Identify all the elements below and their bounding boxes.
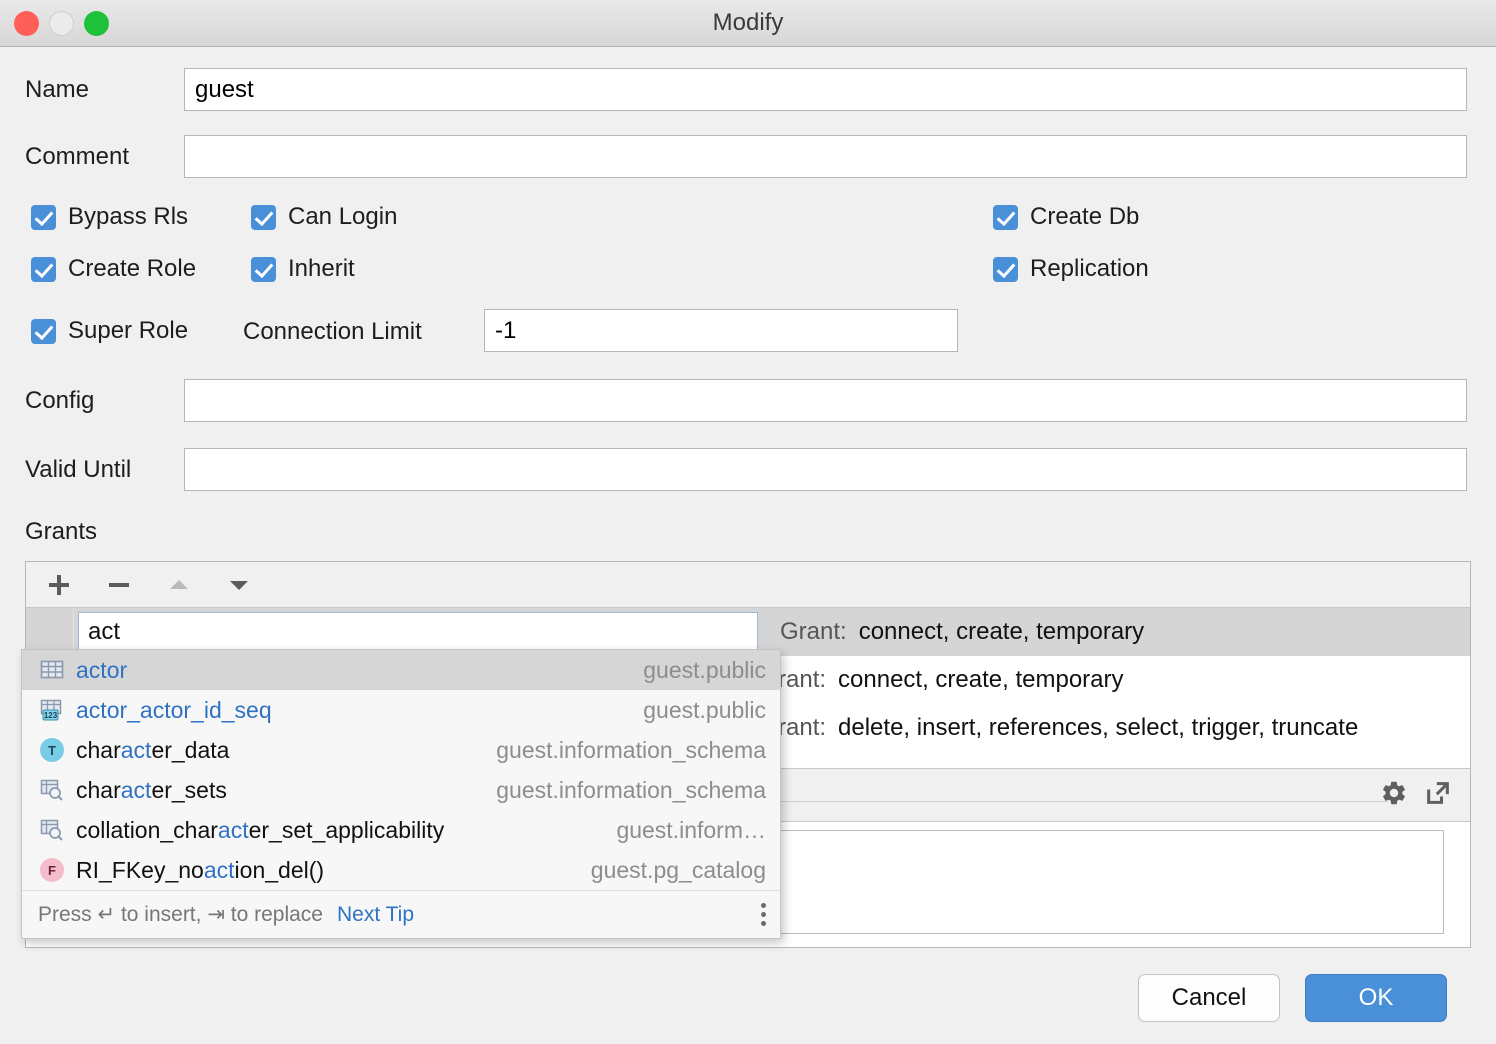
cancel-button[interactable]: Cancel bbox=[1138, 974, 1280, 1022]
completion-item-label: character_data bbox=[76, 737, 482, 764]
grant-privileges: connect, create, temporary bbox=[855, 618, 1144, 646]
completion-item[interactable]: F RI_FKey_noaction_del() guest.pg_catalo… bbox=[22, 850, 780, 890]
grant-prefix: rant: bbox=[774, 666, 826, 694]
checkbox-replication[interactable]: Replication bbox=[993, 255, 1149, 283]
completion-item[interactable]: 123 actor_actor_id_seq guest.public bbox=[22, 690, 780, 730]
completion-item-schema: guest.inform… bbox=[616, 817, 766, 844]
grant-object-editor[interactable]: act bbox=[78, 612, 758, 652]
checkbox-create-db[interactable]: Create Db bbox=[993, 203, 1139, 231]
grants-toolbar bbox=[26, 562, 1470, 608]
create-db-label: Create Db bbox=[1030, 203, 1139, 231]
name-label: Name bbox=[25, 76, 89, 104]
window-title: Modify bbox=[0, 0, 1496, 46]
inherit-label: Inherit bbox=[288, 255, 355, 283]
code-completion-popup: actor guest.public 123 actor_actor_id_se… bbox=[21, 649, 781, 939]
completion-item-schema: guest.public bbox=[643, 657, 766, 684]
completion-item[interactable]: actor guest.public bbox=[22, 650, 780, 690]
more-options-icon[interactable] bbox=[761, 903, 766, 926]
remove-grant-button[interactable] bbox=[102, 568, 136, 602]
completion-item-schema: guest.public bbox=[643, 697, 766, 724]
replication-label: Replication bbox=[1030, 255, 1149, 283]
completion-item-label: actor_actor_id_seq bbox=[76, 697, 629, 724]
add-grant-button[interactable] bbox=[42, 568, 76, 602]
can-login-label: Can Login bbox=[288, 203, 397, 231]
checkbox-create-role[interactable]: Create Role bbox=[31, 255, 196, 283]
config-input[interactable] bbox=[184, 379, 1467, 422]
create-role-checkbox[interactable] bbox=[31, 257, 56, 282]
connection-limit-label: Connection Limit bbox=[243, 318, 422, 346]
view-icon bbox=[38, 817, 66, 843]
connection-limit-input[interactable]: -1 bbox=[484, 309, 958, 352]
view-icon bbox=[38, 777, 66, 803]
function-icon: F bbox=[38, 857, 66, 883]
can-login-checkbox[interactable] bbox=[251, 205, 276, 230]
type-icon: T bbox=[38, 737, 66, 763]
table-icon bbox=[38, 657, 66, 683]
completion-item-label: collation_character_set_applicability bbox=[76, 817, 602, 844]
super-role-label: Super Role bbox=[68, 317, 188, 345]
checkbox-inherit[interactable]: Inherit bbox=[251, 255, 355, 283]
bypass-rls-checkbox[interactable] bbox=[31, 205, 56, 230]
grant-privileges: connect, create, temporary bbox=[834, 666, 1123, 694]
valid-until-label: Valid Until bbox=[25, 456, 131, 484]
checkbox-bypass-rls[interactable]: Bypass Rls bbox=[31, 203, 188, 231]
grants-section-label: Grants bbox=[25, 518, 97, 546]
svg-text:123: 123 bbox=[44, 711, 58, 720]
create-role-label: Create Role bbox=[68, 255, 196, 283]
next-tip-link[interactable]: Next Tip bbox=[337, 903, 414, 927]
open-external-icon[interactable] bbox=[1424, 779, 1452, 812]
completion-item-schema: guest.pg_catalog bbox=[591, 857, 766, 884]
bypass-rls-label: Bypass Rls bbox=[68, 203, 188, 231]
completion-item-label: RI_FKey_noaction_del() bbox=[76, 857, 577, 884]
replication-checkbox[interactable] bbox=[993, 257, 1018, 282]
checkbox-can-login[interactable]: Can Login bbox=[251, 203, 397, 231]
grant-privileges: delete, insert, references, select, trig… bbox=[834, 714, 1358, 742]
window-titlebar: Modify bbox=[0, 0, 1496, 47]
config-label: Config bbox=[25, 387, 94, 415]
completion-footer: Press ↵ to insert, ⇥ to replace Next Tip bbox=[22, 890, 780, 938]
completion-item[interactable]: character_sets guest.information_schema bbox=[22, 770, 780, 810]
completion-item-schema: guest.information_schema bbox=[496, 777, 766, 804]
move-up-button[interactable] bbox=[162, 568, 196, 602]
settings-gear-icon[interactable] bbox=[1380, 779, 1408, 812]
name-input[interactable]: guest bbox=[184, 68, 1467, 111]
valid-until-input[interactable] bbox=[184, 448, 1467, 491]
grant-prefix: rant: bbox=[774, 714, 826, 742]
super-role-checkbox[interactable] bbox=[31, 319, 56, 344]
grant-prefix: Grant: bbox=[776, 618, 847, 646]
completion-item[interactable]: T character_data guest.information_schem… bbox=[22, 730, 780, 770]
completion-hint-text: Press ↵ to insert, ⇥ to replace bbox=[38, 902, 323, 927]
create-db-checkbox[interactable] bbox=[993, 205, 1018, 230]
modify-role-dialog: Modify Name guest Comment Bypass Rls Can… bbox=[0, 0, 1496, 1044]
inherit-checkbox[interactable] bbox=[251, 257, 276, 282]
completion-item-schema: guest.information_schema bbox=[496, 737, 766, 764]
completion-item-label: actor bbox=[76, 657, 629, 684]
completion-item[interactable]: collation_character_set_applicability gu… bbox=[22, 810, 780, 850]
comment-input[interactable] bbox=[184, 135, 1467, 178]
comment-label: Comment bbox=[25, 143, 129, 171]
checkbox-super-role[interactable]: Super Role bbox=[31, 317, 188, 345]
move-down-button[interactable] bbox=[222, 568, 256, 602]
ok-button[interactable]: OK bbox=[1305, 974, 1447, 1022]
completion-item-label: character_sets bbox=[76, 777, 482, 804]
sequence-icon: 123 bbox=[38, 697, 66, 723]
